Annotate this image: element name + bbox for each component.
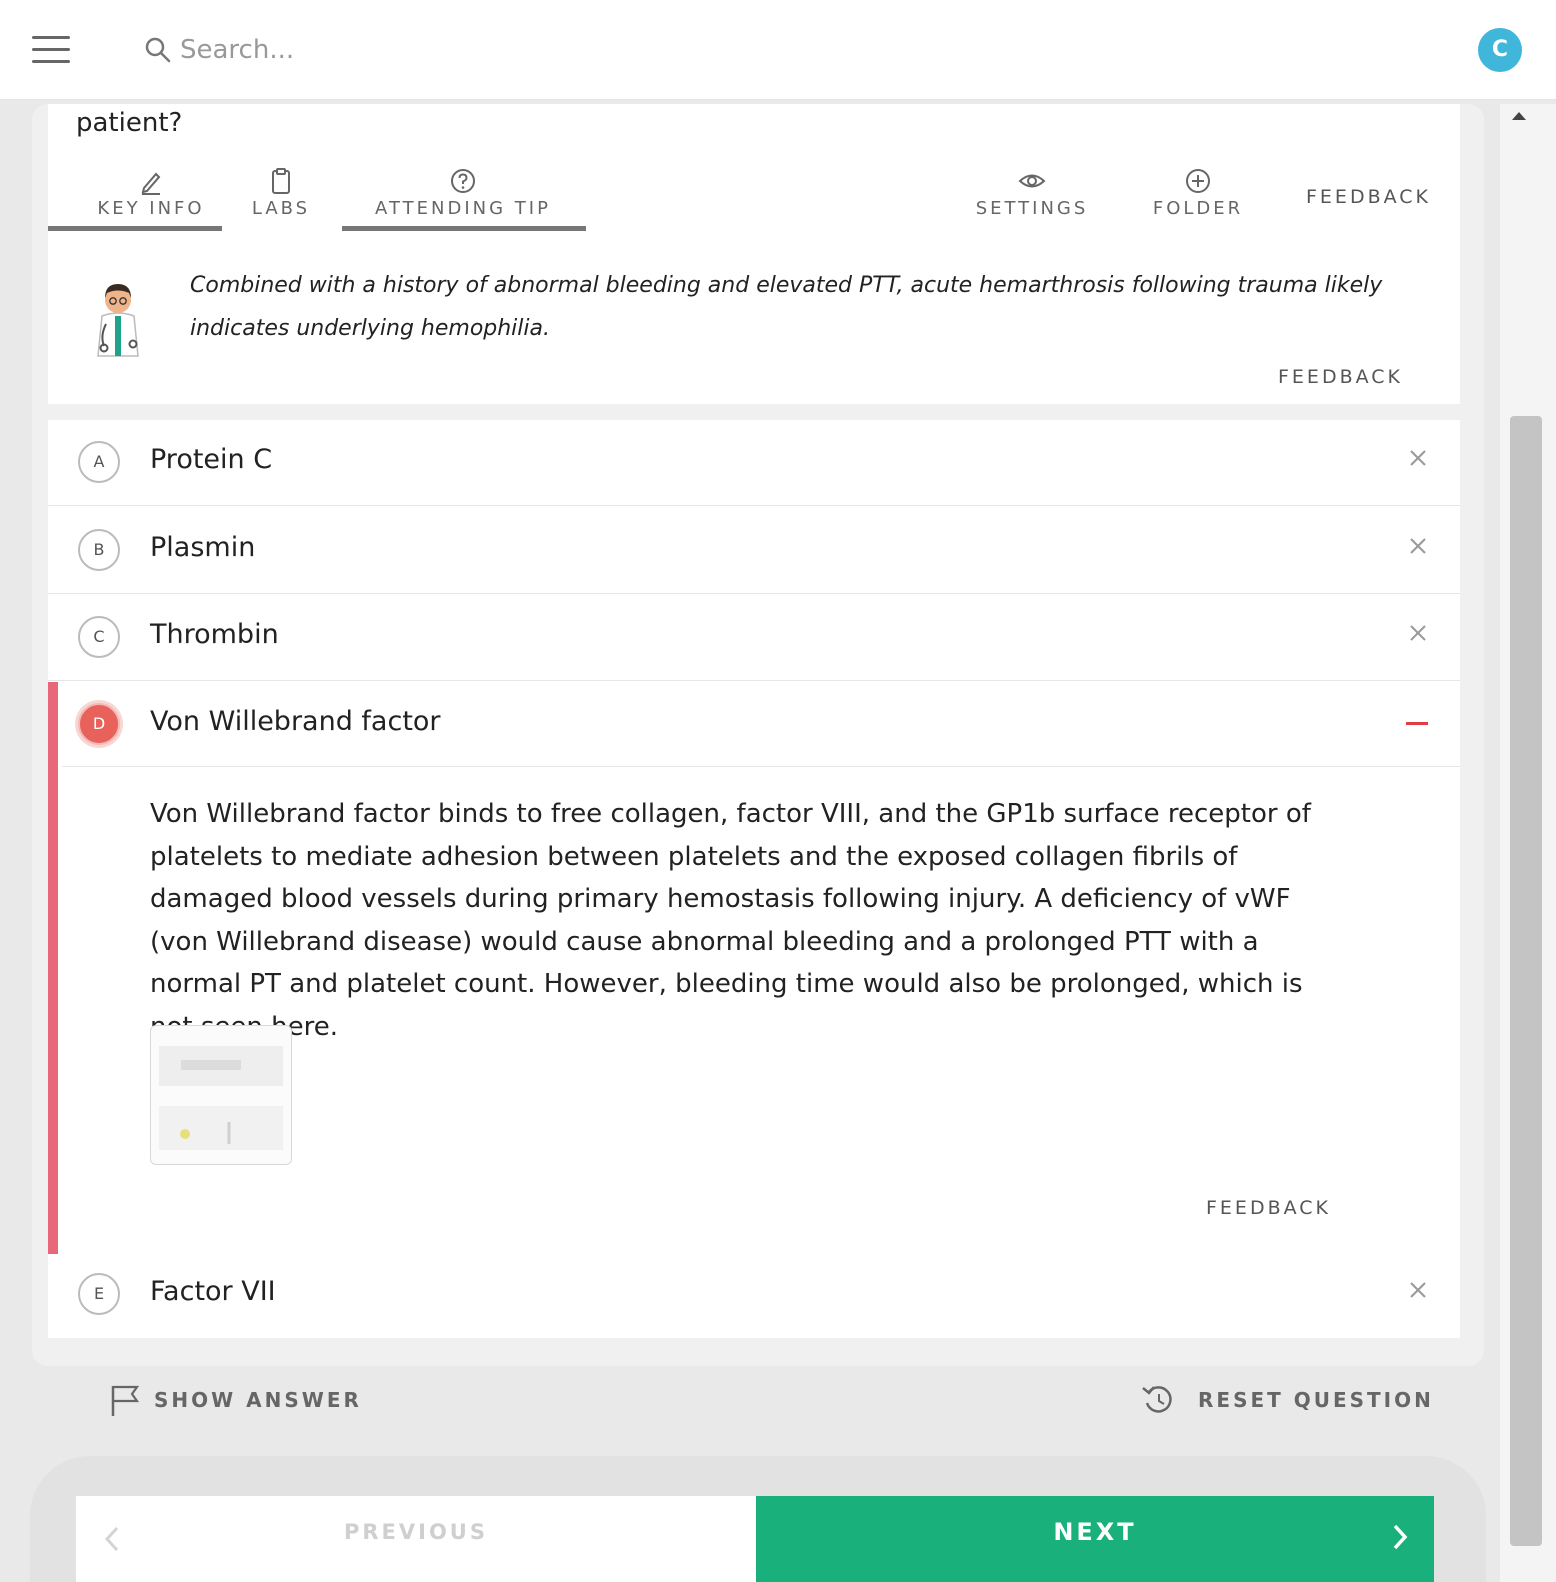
- option-d-selected[interactable]: D Von Willebrand factor: [48, 682, 1460, 768]
- clipboard-icon: [272, 168, 290, 194]
- collapse-minus-icon[interactable]: [1406, 722, 1428, 725]
- tab-key-info-underline: [48, 226, 222, 231]
- question-card: patient? KEY INFO LABS ATTENDING TIP SET…: [48, 104, 1460, 404]
- option-e[interactable]: E Factor VII: [48, 1252, 1460, 1338]
- strike-option-icon[interactable]: [1406, 446, 1430, 470]
- option-letter: E: [78, 1273, 120, 1315]
- option-b[interactable]: B Plasmin: [48, 508, 1460, 594]
- option-explanation: Von Willebrand factor binds to free coll…: [62, 766, 1460, 1254]
- explanation-image-thumbnail[interactable]: [150, 1025, 292, 1165]
- option-label: Plasmin: [150, 532, 256, 563]
- pencil-icon: [141, 172, 161, 195]
- strike-option-icon[interactable]: [1406, 621, 1430, 645]
- menu-icon[interactable]: [32, 36, 70, 64]
- option-label: Von Willebrand factor: [150, 706, 441, 737]
- plus-circle-icon: [1186, 169, 1210, 193]
- option-letter-selected: D: [78, 703, 120, 745]
- explanation-text: Von Willebrand factor binds to free coll…: [150, 799, 1311, 1042]
- doctor-avatar-icon: [97, 284, 139, 357]
- next-button[interactable]: NEXT: [756, 1496, 1434, 1582]
- option-a[interactable]: A Protein C: [48, 420, 1460, 506]
- previous-button[interactable]: PREVIOUS: [76, 1496, 756, 1582]
- folder-button[interactable]: FOLDER: [1148, 166, 1248, 219]
- flag-icon: [111, 1385, 140, 1416]
- reset-question-label: RESET QUESTION: [1198, 1388, 1434, 1412]
- folder-label: FOLDER: [1152, 198, 1244, 219]
- chevron-right-icon: [1393, 1524, 1408, 1550]
- previous-label: PREVIOUS: [343, 1520, 488, 1544]
- tab-labs-label: LABS: [251, 198, 311, 219]
- top-bar: C: [0, 0, 1556, 100]
- option-c[interactable]: C Thrombin: [48, 595, 1460, 681]
- scrollbar-thumb[interactable]: [1510, 416, 1542, 1546]
- thumbnail-graphic-icon: [159, 1046, 283, 1150]
- eye-icon: [1018, 174, 1046, 188]
- option-label: Thrombin: [150, 619, 279, 650]
- avatar[interactable]: C: [1478, 28, 1522, 72]
- option-letter: B: [78, 529, 120, 571]
- tab-attending-tip-label: ATTENDING TIP: [375, 198, 551, 219]
- toolbar-feedback-button[interactable]: FEEDBACK: [1306, 186, 1431, 208]
- scroll-up-arrow-icon[interactable]: [1512, 112, 1526, 120]
- option-label: Factor VII: [150, 1276, 276, 1307]
- tab-attending-tip[interactable]: ATTENDING TIP: [368, 166, 558, 219]
- tab-attending-tip-underline: [342, 226, 586, 231]
- search-input[interactable]: [180, 30, 620, 70]
- settings-label: SETTINGS: [975, 198, 1089, 219]
- next-label: NEXT: [1053, 1518, 1137, 1546]
- settings-button[interactable]: SETTINGS: [972, 166, 1092, 219]
- show-answer-label: SHOW ANSWER: [154, 1388, 362, 1412]
- strike-option-icon[interactable]: [1406, 534, 1430, 558]
- search-bar: [140, 28, 640, 72]
- question-text: patient?: [76, 108, 183, 138]
- strike-option-icon[interactable]: [1406, 1278, 1430, 1302]
- explanation-feedback-button[interactable]: FEEDBACK: [1206, 1197, 1331, 1219]
- reset-question-button[interactable]: RESET QUESTION: [1140, 1382, 1431, 1418]
- attending-tip-text: Combined with a history of abnormal blee…: [190, 273, 1383, 341]
- reset-icon: [1142, 1386, 1172, 1413]
- show-answer-button[interactable]: SHOW ANSWER: [108, 1382, 368, 1418]
- option-label: Protein C: [150, 444, 273, 475]
- tab-key-info[interactable]: KEY INFO: [76, 166, 226, 219]
- question-circle-icon: [451, 169, 475, 193]
- answer-options: A Protein C B Plasmin C Thrombin D Von W…: [48, 420, 1460, 1338]
- tab-labs[interactable]: LABS: [244, 166, 318, 219]
- option-letter: C: [78, 616, 120, 658]
- search-icon: [145, 37, 171, 63]
- tip-feedback-button[interactable]: FEEDBACK: [1278, 366, 1403, 388]
- option-letter: A: [78, 441, 120, 483]
- tab-key-info-label: KEY INFO: [97, 198, 205, 219]
